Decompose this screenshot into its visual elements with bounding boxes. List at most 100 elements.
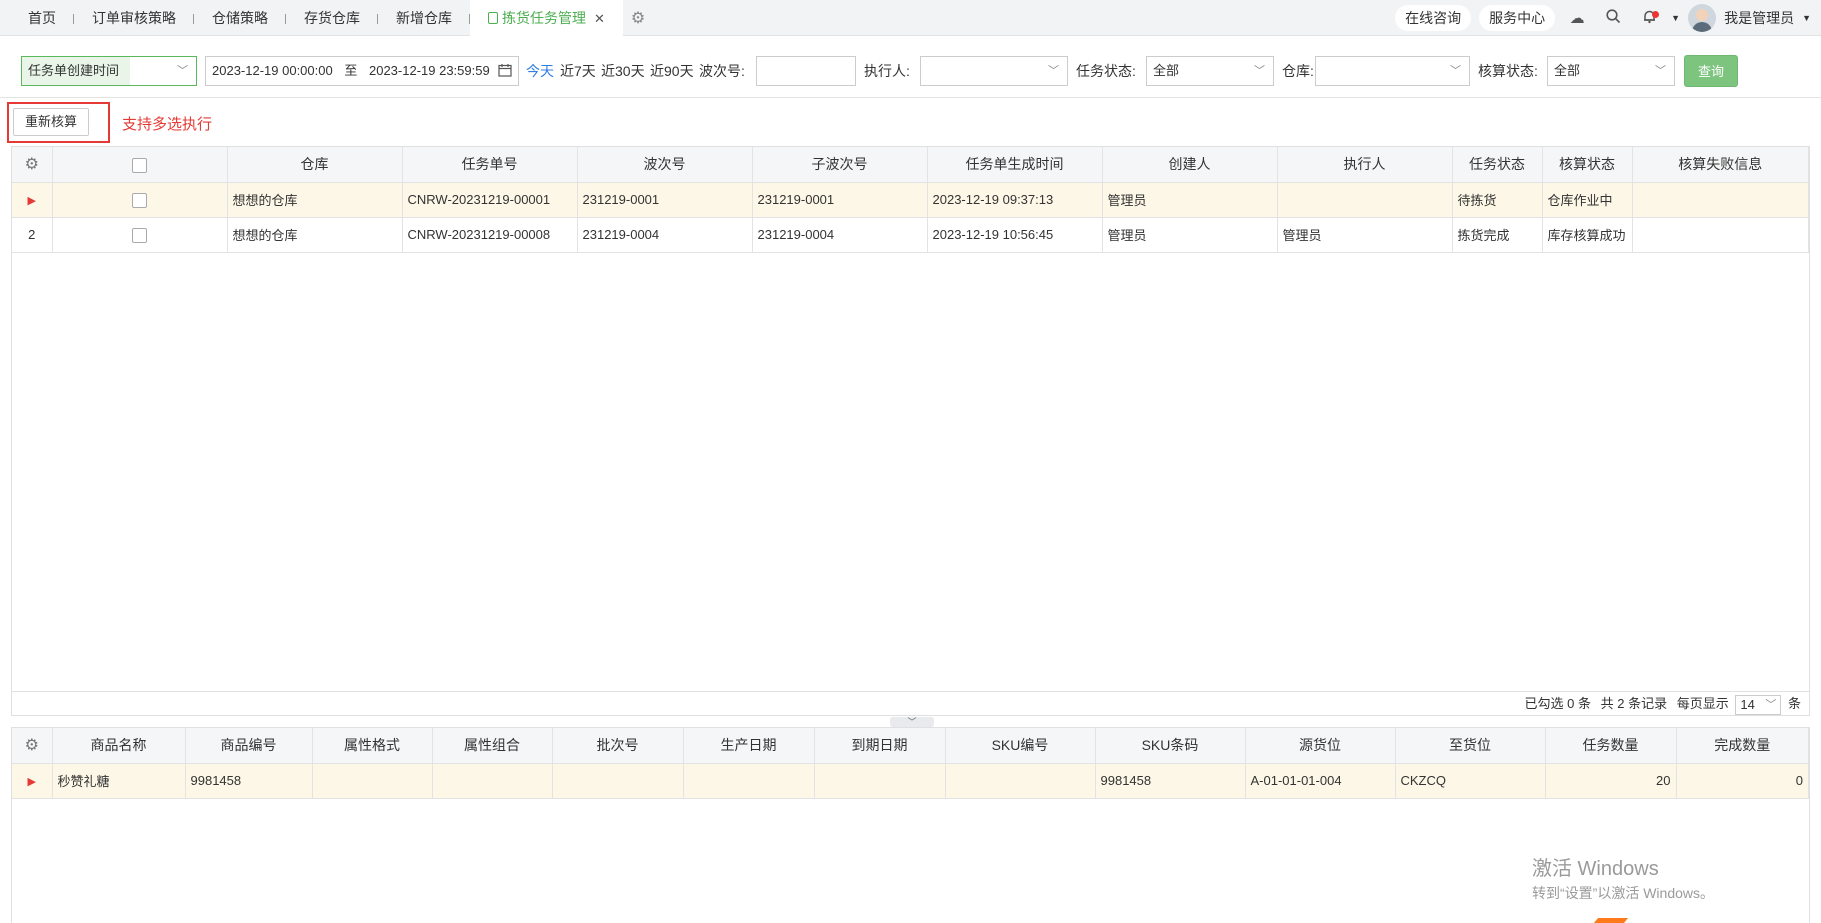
- corner-decoration: [1593, 918, 1629, 923]
- wave-no-input[interactable]: [756, 56, 856, 86]
- cell-product-code: 9981458: [185, 763, 313, 799]
- row-checkbox[interactable]: [52, 217, 228, 253]
- chevron-down-icon: ﹀: [1048, 65, 1059, 77]
- column-header[interactable]: 子波次号: [752, 147, 928, 183]
- tab-label: 拣货任务管理: [502, 10, 586, 26]
- chevron-down-icon: ﹀: [907, 717, 917, 727]
- notification-bell-icon[interactable]: [1635, 9, 1663, 28]
- service-center-button[interactable]: 服务中心: [1479, 5, 1556, 31]
- tab-settings-gear-icon[interactable]: ⚙: [631, 8, 645, 28]
- cell-creator: 管理员: [1102, 182, 1278, 218]
- quick-7days-link[interactable]: 近7天: [560, 56, 596, 86]
- column-header[interactable]: SKU编号: [945, 728, 1096, 764]
- tab-add-warehouse[interactable]: 新增仓库: [378, 0, 470, 36]
- tab-storage-strategy[interactable]: 仓储策略: [194, 0, 286, 36]
- quick-90days-link[interactable]: 近90天: [650, 56, 694, 86]
- account-status-select[interactable]: 全部 ﹀: [1547, 56, 1675, 86]
- column-header[interactable]: 批次号: [552, 728, 684, 764]
- query-button[interactable]: 查询: [1684, 55, 1738, 87]
- tab-order-review-strategy[interactable]: 订单审核策略: [74, 0, 194, 36]
- column-header[interactable]: 核算状态: [1542, 147, 1633, 183]
- quick-30days-link[interactable]: 近30天: [601, 56, 645, 86]
- cell-wave-no: 231219-0001: [577, 182, 753, 218]
- column-header[interactable]: 执行人: [1277, 147, 1453, 183]
- watermark-title: 激活 Windows: [1532, 858, 1659, 880]
- current-row-pointer-icon: ▶: [12, 182, 53, 218]
- chevron-down-icon: ﹀: [1655, 65, 1666, 77]
- user-name[interactable]: 我是管理员: [1724, 8, 1794, 28]
- cell-account-error: [1632, 182, 1809, 218]
- task-status-select[interactable]: 全部 ﹀: [1146, 56, 1274, 86]
- column-header[interactable]: 生产日期: [683, 728, 815, 764]
- close-icon[interactable]: ✕: [594, 11, 605, 26]
- table-row[interactable]: ▶ 想想的仓库 CNRW-20231219-00001 231219-0001 …: [12, 182, 1809, 218]
- column-header[interactable]: 创建人: [1102, 147, 1278, 183]
- date-type-value: 任务单创建时间: [28, 63, 120, 78]
- document-icon: [488, 12, 498, 24]
- cell-task-status: 拣货完成: [1452, 217, 1543, 253]
- cell-sku-barcode: 9981458: [1095, 763, 1246, 799]
- tab-stock-warehouse[interactable]: 存货仓库: [286, 0, 378, 36]
- avatar[interactable]: [1688, 4, 1717, 32]
- annotation-note: 支持多选执行: [122, 116, 213, 133]
- cell-sku-no: [945, 763, 1096, 799]
- recalculate-button[interactable]: 重新核算: [13, 108, 89, 136]
- cell-sub-wave-no: 231219-0004: [752, 217, 928, 253]
- executor-select[interactable]: ﹀: [920, 56, 1068, 86]
- column-header[interactable]: 仓库: [227, 147, 403, 183]
- online-consult-button[interactable]: 在线咨询: [1395, 5, 1472, 31]
- date-separator: 至: [344, 63, 358, 78]
- selected-count: 已勾选 0 条: [1524, 696, 1591, 711]
- column-header[interactable]: 任务状态: [1452, 147, 1543, 183]
- cell-task-no: CNRW-20231219-00001: [402, 182, 578, 218]
- chevron-down-icon: ﹀: [1765, 698, 1777, 711]
- per-page-label: 每页显示: [1676, 696, 1729, 711]
- column-header[interactable]: 源货位: [1245, 728, 1396, 764]
- column-settings-gear-icon[interactable]: ⚙: [12, 147, 53, 183]
- divider: [0, 97, 1821, 98]
- current-row-pointer-icon: ▶: [12, 763, 53, 799]
- chevron-down-icon[interactable]: ▼: [1802, 13, 1811, 23]
- select-all-checkbox[interactable]: [52, 147, 228, 183]
- tab-home[interactable]: 首页: [10, 0, 74, 36]
- panel-splitter-handle[interactable]: ﹀: [890, 717, 934, 727]
- calendar-icon[interactable]: [498, 57, 512, 85]
- column-header[interactable]: 任务数量: [1545, 728, 1677, 764]
- task-table: ⚙ 仓库 任务单号 波次号 子波次号 任务单生成时间 创建人 执行人 任务状态 …: [11, 146, 1810, 692]
- column-header[interactable]: 属性组合: [432, 728, 553, 764]
- warehouse-select[interactable]: ﹀: [1315, 56, 1470, 86]
- chevron-down-icon[interactable]: ▼: [1671, 13, 1680, 23]
- cell-account-status: 库存核算成功: [1542, 217, 1633, 253]
- column-header[interactable]: 商品编号: [185, 728, 313, 764]
- column-settings-gear-icon[interactable]: ⚙: [12, 728, 53, 764]
- cell-sub-wave-no: 231219-0001: [752, 182, 928, 218]
- column-header[interactable]: 完成数量: [1676, 728, 1809, 764]
- search-icon[interactable]: [1599, 8, 1627, 28]
- date-range-picker[interactable]: 2023-12-19 00:00:00 至 2023-12-19 23:59:5…: [205, 56, 519, 86]
- column-header[interactable]: 至货位: [1395, 728, 1546, 764]
- cloud-download-icon[interactable]: ☁: [1563, 9, 1591, 27]
- cell-attr-format: [312, 763, 433, 799]
- column-header[interactable]: 商品名称: [52, 728, 186, 764]
- row-checkbox[interactable]: [52, 182, 228, 218]
- cell-source-location: A-01-01-01-004: [1245, 763, 1396, 799]
- chevron-down-icon: ﹀: [177, 65, 188, 77]
- page-size-select[interactable]: 14 ﹀: [1735, 694, 1782, 715]
- quick-today-link[interactable]: 今天: [526, 56, 554, 86]
- date-type-select[interactable]: 任务单创建时间 ﹀: [21, 56, 197, 86]
- column-header[interactable]: 任务单生成时间: [927, 147, 1103, 183]
- top-right-toolbar: 在线咨询 服务中心 ☁ ▼ 我是管理员 ▼: [1395, 0, 1811, 36]
- total-count: 共 2 条记录: [1600, 696, 1668, 711]
- column-header[interactable]: 任务单号: [402, 147, 578, 183]
- column-header[interactable]: 到期日期: [814, 728, 946, 764]
- table-row[interactable]: ▶ 秒赞礼糖 9981458 9981458 A-01-01-01-004 CK…: [12, 763, 1809, 799]
- column-header[interactable]: 核算失败信息: [1632, 147, 1809, 183]
- column-header[interactable]: 波次号: [577, 147, 753, 183]
- cell-created-time: 2023-12-19 09:37:13: [927, 182, 1103, 218]
- table-row[interactable]: 2 想想的仓库 CNRW-20231219-00008 231219-0004 …: [12, 217, 1809, 253]
- cell-task-qty: 20: [1545, 763, 1677, 799]
- column-header[interactable]: 属性格式: [312, 728, 433, 764]
- column-header[interactable]: SKU条码: [1095, 728, 1246, 764]
- tab-picking-task-management[interactable]: 拣货任务管理 ✕: [470, 0, 623, 36]
- account-status-value: 全部: [1554, 63, 1581, 78]
